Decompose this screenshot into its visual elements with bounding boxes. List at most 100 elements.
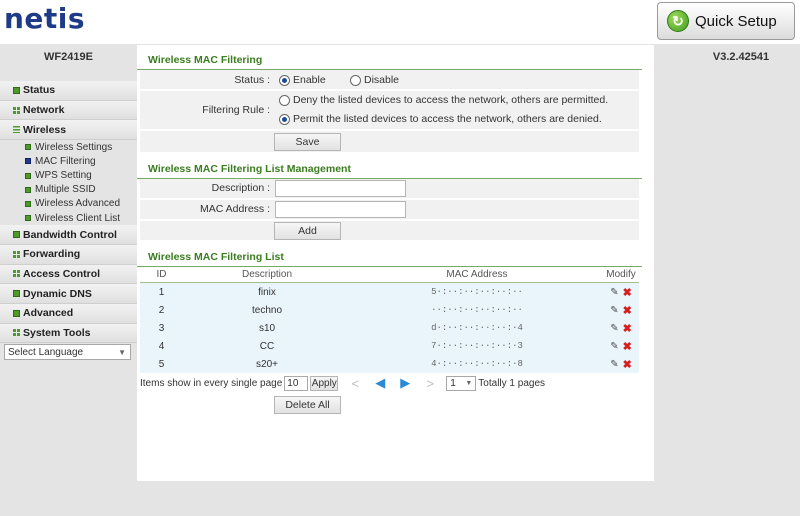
status-enable-radio[interactable]: Enable <box>279 74 326 86</box>
edit-pencil-icon[interactable]: ✎ <box>610 341 618 352</box>
status-label: Status : <box>234 74 270 86</box>
sidebar-item-bandwidth-control[interactable]: Bandwidth Control <box>0 225 137 245</box>
square-icon <box>25 158 31 165</box>
last-page-icon[interactable]: > <box>422 376 438 391</box>
delete-x-icon[interactable]: ✖ <box>623 340 632 353</box>
sidebar-item-label: System Tools <box>23 326 91 339</box>
sidebar-item-label: Network <box>23 104 65 117</box>
chevron-down-icon: ▼ <box>118 347 126 357</box>
row-mac: 4·:··:··:··:··:·8 <box>431 359 523 369</box>
sidebar-item-system-tools[interactable]: System Tools <box>0 323 137 344</box>
row-description: s10 <box>258 322 276 334</box>
edit-pencil-icon[interactable]: ✎ <box>610 323 618 334</box>
sidebar-subitem-wireless-client-list[interactable]: Wireless Client List <box>0 211 137 225</box>
total-pages-text: Totally 1 pages <box>478 377 546 389</box>
arrow-circle-icon: ↻ <box>667 10 689 32</box>
square-icon <box>25 144 31 151</box>
square-icon <box>25 186 31 193</box>
row-id: 4 <box>158 340 165 352</box>
table-row: 2 techno ··:··:··:··:··:·· ✎ ✖ <box>140 301 639 319</box>
row-modify: ✎ ✖ <box>603 286 639 299</box>
section-title-list-management: Wireless MAC Filtering List Management <box>137 154 642 179</box>
filtering-rule-label: Filtering Rule : <box>202 104 270 116</box>
radio-checked-icon <box>279 113 290 125</box>
row-mac: d·:··:··:··:··:·4 <box>431 323 523 333</box>
sidebar-subitem-label: Wireless Advanced <box>35 198 121 210</box>
rule-permit-label: Permit the listed devices to access the … <box>293 113 602 125</box>
sidebar-item-label: Wireless <box>23 123 67 136</box>
sidebar-item-status[interactable]: Status <box>0 81 137 101</box>
square-icon <box>25 172 31 179</box>
previous-page-icon[interactable]: ◀ <box>372 375 388 391</box>
sidebar-subitem-wireless-advanced[interactable]: Wireless Advanced <box>0 197 137 211</box>
description-input[interactable] <box>275 180 406 197</box>
filtering-rule-row: Filtering Rule : Deny the listed devices… <box>140 91 639 130</box>
sidebar-subitem-mac-filtering[interactable]: MAC Filtering <box>0 154 137 168</box>
sidebar-item-dynamic-dns[interactable]: Dynamic DNS <box>0 284 137 304</box>
quick-setup-button[interactable]: ↻ Quick Setup <box>657 2 795 40</box>
status-disable-radio[interactable]: Disable <box>350 74 399 86</box>
table-row: 5 s20+ 4·:··:··:··:··:·8 ✎ ✖ <box>140 355 639 373</box>
pager: Items show in every single page 10 Apply… <box>140 374 639 392</box>
first-page-icon[interactable]: < <box>347 376 363 391</box>
table-header: ID Description MAC Address Modify <box>140 267 639 283</box>
delete-x-icon[interactable]: ✖ <box>623 286 632 299</box>
delete-all-button[interactable]: Delete All <box>274 396 341 414</box>
add-button[interactable]: Add <box>274 222 341 240</box>
column-header-description: Description <box>241 269 293 280</box>
edit-pencil-icon[interactable]: ✎ <box>610 287 618 298</box>
rule-permit-radio[interactable]: Permit the listed devices to access the … <box>279 113 602 125</box>
square-icon <box>13 290 20 298</box>
sidebar-subitem-multiple-ssid[interactable]: Multiple SSID <box>0 183 137 197</box>
row-mac: 5·:··:··:··:··:·· <box>431 287 523 297</box>
sidebar-item-forwarding[interactable]: Forwarding <box>0 244 137 265</box>
status-row: Status : Enable Disable <box>140 70 639 90</box>
save-row: Save <box>140 131 639 153</box>
radio-checked-icon <box>279 74 290 86</box>
sidebar-item-network[interactable]: Network <box>0 100 137 121</box>
square-icon <box>13 309 20 317</box>
row-id: 1 <box>158 286 165 298</box>
description-row: Description : <box>140 179 639 199</box>
edit-pencil-icon[interactable]: ✎ <box>610 359 618 370</box>
row-mac: 7·:··:··:··:··:·3 <box>431 341 523 351</box>
page-select[interactable]: 1 ▼ <box>446 375 477 391</box>
delete-x-icon[interactable]: ✖ <box>623 358 632 371</box>
add-row: Add <box>140 221 639 241</box>
next-page-icon[interactable]: ▶ <box>397 375 413 391</box>
grid-icon <box>13 250 20 258</box>
rule-deny-radio[interactable]: Deny the listed devices to access the ne… <box>279 94 608 106</box>
apply-button[interactable]: Apply <box>310 375 339 391</box>
save-button[interactable]: Save <box>274 133 341 151</box>
language-select-value: Select Language <box>8 346 84 358</box>
square-icon <box>25 215 31 222</box>
delete-x-icon[interactable]: ✖ <box>623 322 632 335</box>
radio-unchecked-icon <box>279 94 290 106</box>
edit-pencil-icon[interactable]: ✎ <box>610 305 618 316</box>
column-header-modify: Modify <box>606 269 636 280</box>
language-select[interactable]: Select Language ▼ <box>4 344 131 360</box>
sidebar-item-label: Advanced <box>23 307 74 320</box>
sidebar-item-advanced[interactable]: Advanced <box>0 303 137 324</box>
sidebar-item-access-control[interactable]: Access Control <box>0 264 137 285</box>
wireless-submenu: Wireless Settings MAC Filtering WPS Sett… <box>0 140 137 225</box>
mac-address-input[interactable] <box>275 201 406 218</box>
grid-icon <box>13 270 20 278</box>
row-mac: ··:··:··:··:··:·· <box>431 305 523 315</box>
mac-address-label: MAC Address : <box>199 203 270 215</box>
lines-icon <box>13 126 20 134</box>
grid-icon <box>13 106 20 114</box>
sidebar-item-wireless[interactable]: Wireless <box>0 120 137 141</box>
square-icon <box>13 86 20 94</box>
delete-x-icon[interactable]: ✖ <box>623 304 632 317</box>
section-title-mac-filtering: Wireless MAC Filtering <box>137 45 642 70</box>
sidebar-subitem-wps-setting[interactable]: WPS Setting <box>0 168 137 182</box>
sidebar-subitem-wireless-settings[interactable]: Wireless Settings <box>0 140 137 154</box>
row-modify: ✎ ✖ <box>603 304 639 317</box>
row-modify: ✎ ✖ <box>603 358 639 371</box>
row-description: finix <box>258 286 276 298</box>
sidebar-subitem-label: Wireless Client List <box>35 212 121 224</box>
column-header-mac: MAC Address <box>446 269 508 280</box>
items-per-page-input[interactable]: 10 <box>284 375 309 391</box>
sidebar-item-label: Status <box>23 84 56 97</box>
